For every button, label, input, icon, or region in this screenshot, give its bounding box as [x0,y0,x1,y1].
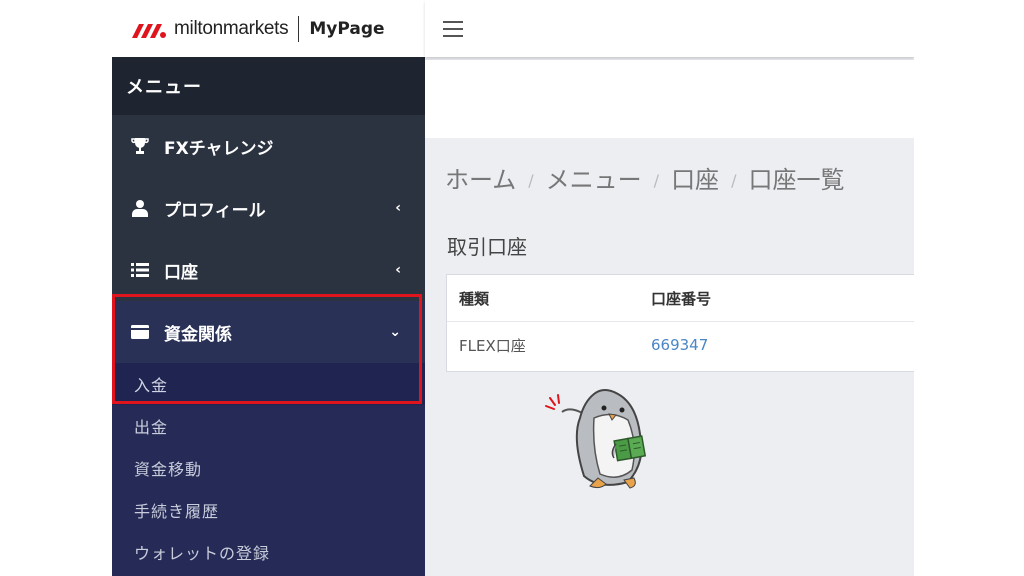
table-row: FLEX口座 669347 [447,322,914,368]
brand-divider [298,15,300,42]
user-icon [130,198,150,218]
sidebar-item-label: FXチャレンジ [164,138,274,159]
submenu-item-transfer[interactable]: 資金移動 [112,447,425,489]
top-bar [425,0,914,57]
section-title: 取引口座 [447,235,527,259]
breadcrumb-account-list: 口座一覧 [748,166,845,194]
funds-submenu: 入金 出金 資金移動 手続き履歴 ウォレットの登録 [112,363,425,576]
breadcrumb-account[interactable]: 口座 [671,166,719,194]
wallet-icon [130,322,150,342]
hamburger-menu-icon[interactable] [443,20,463,37]
sidebar-item-fx-challenge[interactable]: FXチャレンジ [112,115,425,177]
chevron-left-icon: ‹ [395,200,401,216]
submenu-item-wallet-register[interactable]: ウォレットの登録 [112,531,425,573]
table-header-row: 種類 口座番号 [447,275,914,322]
brand-logo-text: miltonmarkets [174,17,289,39]
list-icon [130,260,150,280]
app-window: miltonmarkets MyPage メニュー FXチャレンジ プロフィール… [112,0,914,576]
breadcrumb-separator: / [731,171,737,190]
breadcrumb-menu[interactable]: メニュー [546,166,642,194]
sidebar-item-account[interactable]: 口座 ‹ [112,239,425,301]
submenu-item-deposit[interactable]: 入金 [112,363,425,405]
submenu-item-history[interactable]: 手続き履歴 [112,489,425,531]
milton-logo-icon [132,23,166,38]
penguin-mascot-illustration [545,389,647,489]
mypage-label: MyPage [309,18,385,39]
sidebar-item-profile[interactable]: プロフィール ‹ [112,177,425,239]
menu-title: メニュー [112,57,425,115]
breadcrumb-separator: / [528,171,534,190]
brand-header[interactable]: miltonmarkets MyPage [112,0,425,57]
column-header-type: 種類 [459,289,490,308]
breadcrumb-separator: / [653,171,660,190]
chevron-down-icon: ⌄ [389,324,401,340]
submenu-item-withdraw[interactable]: 出金 [112,405,425,447]
sidebar-item-label: 資金関係 [164,324,232,345]
sidebar-item-funds[interactable]: 資金関係 ⌄ [112,301,425,363]
chevron-left-icon: ‹ [395,262,401,278]
sidebar-item-label: プロフィール [164,200,266,221]
content-header-panel [425,60,914,138]
breadcrumb: ホーム / メニュー / 口座 / 口座一覧 [445,160,844,195]
cell-account-type: FLEX口座 [459,336,526,355]
trophy-icon [130,136,150,156]
column-header-account-number: 口座番号 [651,289,712,308]
sidebar-item-label: 口座 [164,262,198,283]
breadcrumb-home[interactable]: ホーム [445,166,516,194]
account-number-link[interactable]: 669347 [651,336,914,354]
accounts-table: 種類 口座番号 FLEX口座 669347 [446,274,914,372]
sidebar: miltonmarkets MyPage メニュー FXチャレンジ プロフィール… [112,0,425,576]
